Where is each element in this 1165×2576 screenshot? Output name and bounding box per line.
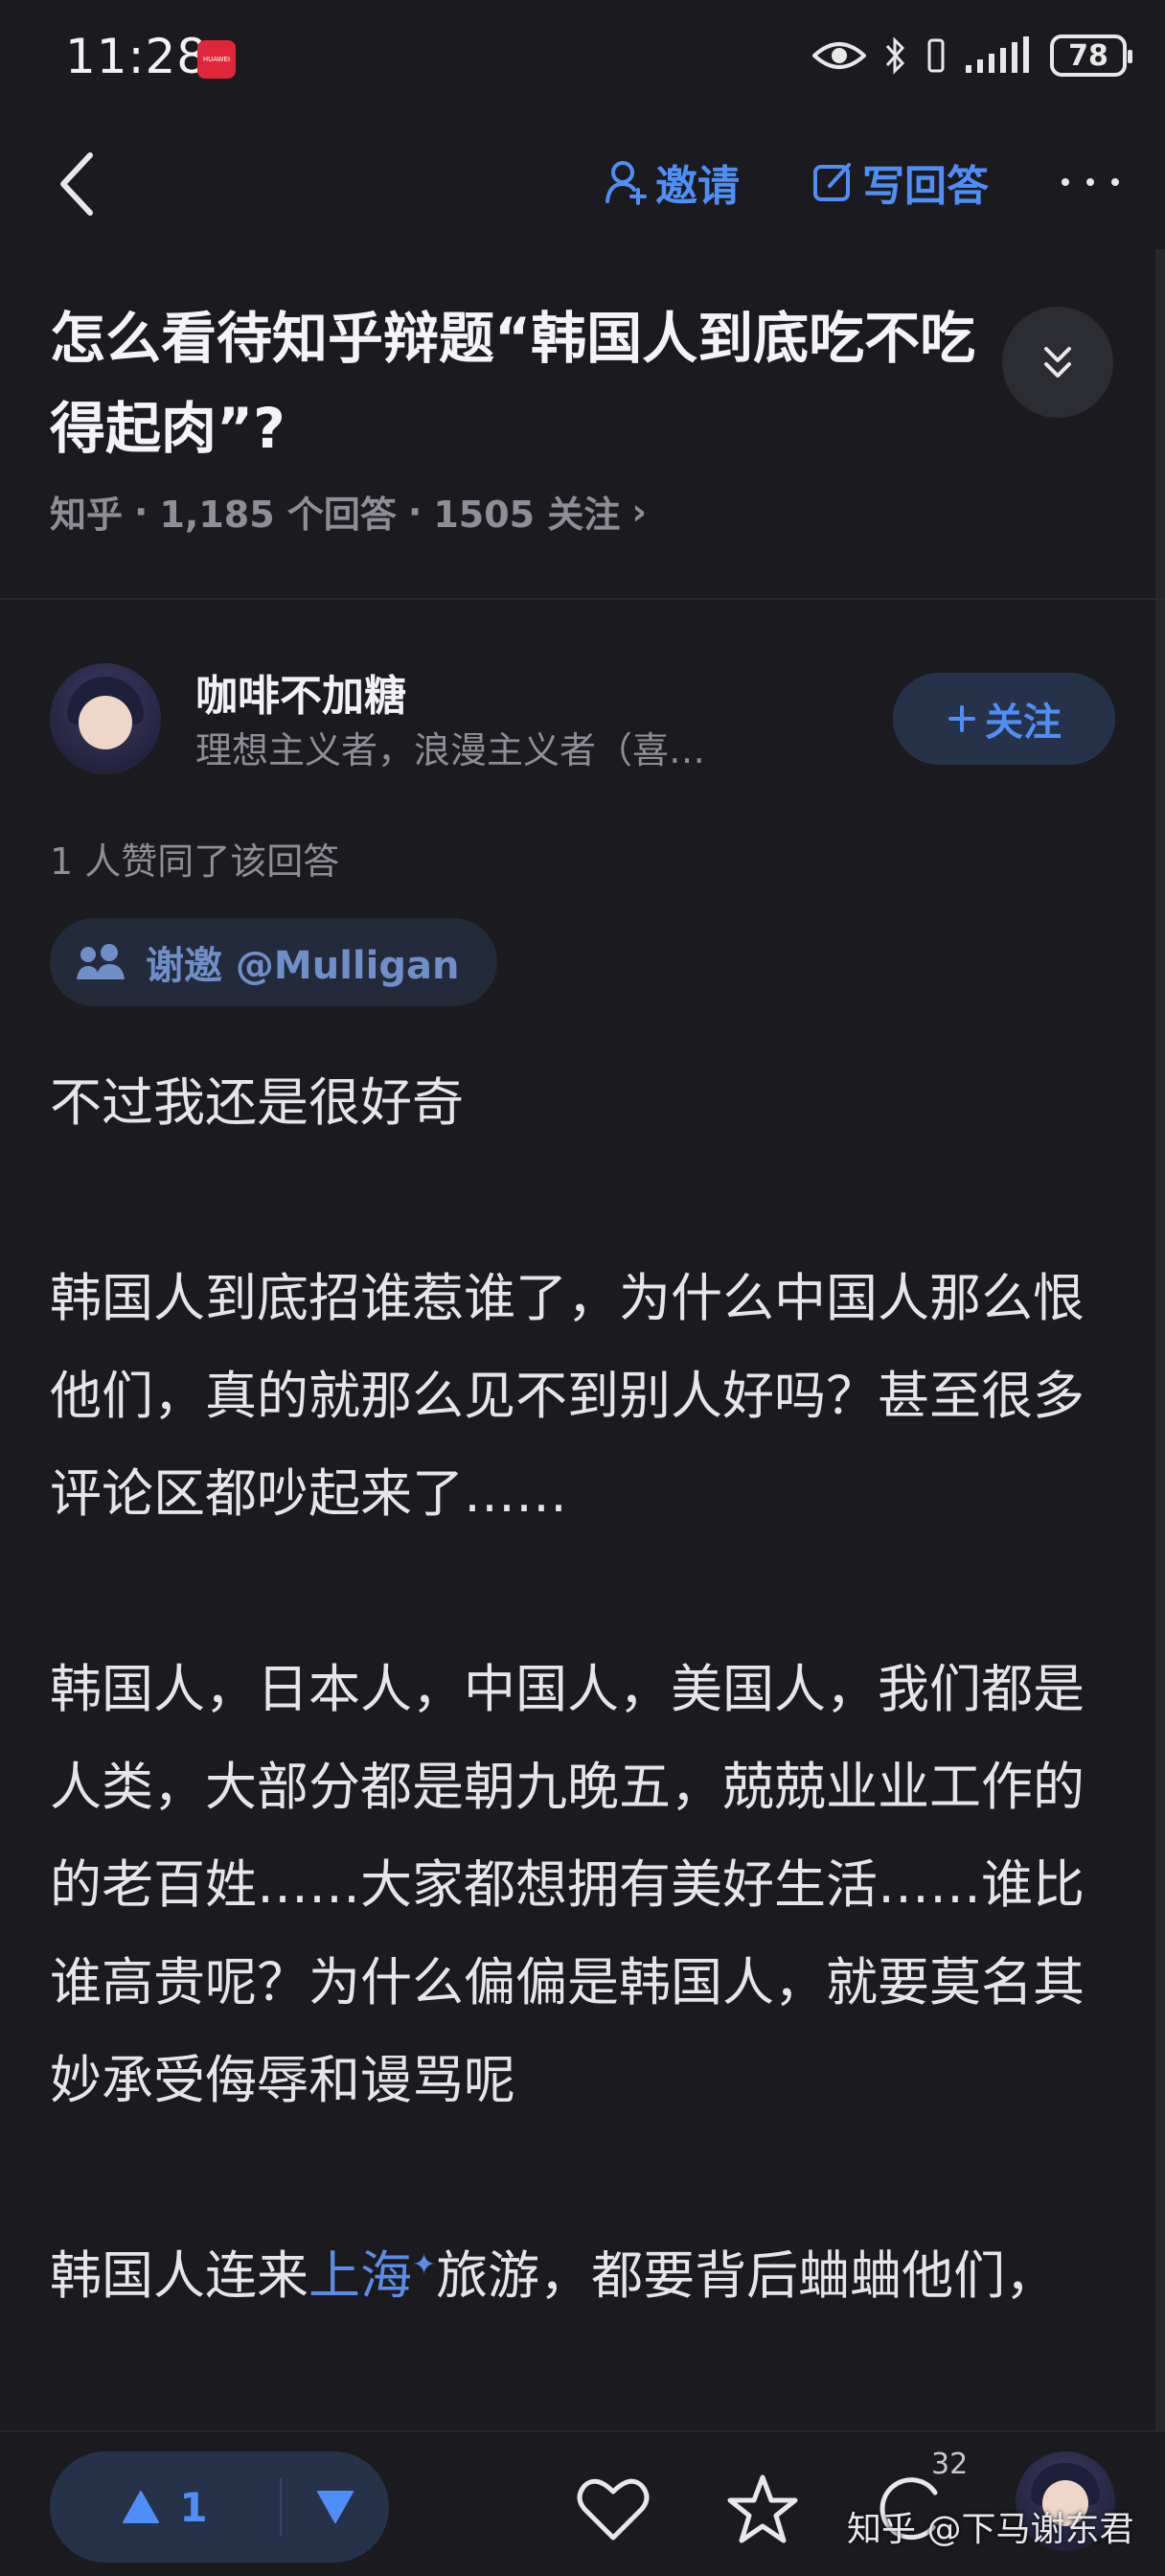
top-nav: 邀请 写回答 bbox=[0, 125, 1165, 240]
back-arrow-icon bbox=[60, 152, 93, 216]
back-button[interactable] bbox=[48, 146, 105, 222]
more-dot-icon bbox=[1086, 178, 1094, 186]
huawei-app-icon: HUAWEI bbox=[197, 40, 236, 79]
status-bar: 11:28 HUAWEI 78 bbox=[0, 0, 1165, 115]
answer-body: 不过我还是很好奇 韩国人到底招谁惹谁了，为什么中国人那么恨他们，真的就那么见不到… bbox=[50, 1054, 1123, 2325]
divider bbox=[0, 598, 1165, 600]
follow-label: 关注 bbox=[985, 701, 1062, 745]
avatar[interactable] bbox=[50, 663, 161, 774]
collapse-button[interactable] bbox=[1002, 307, 1113, 418]
people-icon bbox=[77, 944, 125, 979]
write-answer-button[interactable]: 写回答 bbox=[812, 151, 989, 213]
answer-paragraph: 不过我还是很好奇 bbox=[50, 1072, 464, 1133]
more-options-button[interactable] bbox=[1062, 163, 1119, 201]
answer-paragraph: 韩国人连来上海✦旅游，都要背后蛐蛐他们， bbox=[50, 2227, 1123, 2325]
comment-count: 32 bbox=[931, 2448, 969, 2481]
meta-source: 知乎 bbox=[50, 494, 124, 536]
vote-pill: 1 bbox=[50, 2451, 389, 2563]
triangle-up-icon bbox=[123, 2491, 160, 2523]
answer-paragraph: 韩国人到底招谁惹谁了，为什么中国人那么恨他们，真的就那么见不到别人好吗？甚至很多… bbox=[50, 1268, 1085, 1524]
vibrate-icon bbox=[927, 38, 945, 73]
more-dot-icon bbox=[1111, 178, 1119, 186]
author-name[interactable]: 咖啡不加糖 bbox=[195, 661, 406, 723]
chevron-right-icon: › bbox=[631, 490, 647, 533]
answer-text: 韩国人连来 bbox=[50, 2245, 308, 2306]
upvote-count: 1 bbox=[179, 2483, 208, 2531]
double-chevron-down-icon bbox=[1044, 347, 1071, 378]
thanks-label: 谢邀 @Mulligan bbox=[146, 944, 460, 988]
signal-icon bbox=[966, 36, 1029, 73]
plus-icon bbox=[948, 705, 975, 732]
invite-label: 邀请 bbox=[655, 162, 740, 211]
answer-paragraph: 韩国人，日本人，中国人，美国人，我们都是人类，大部分都是朝九晚五，兢兢业业工作的… bbox=[50, 1659, 1085, 2110]
watermark: 知乎 @下马谢东君 bbox=[847, 2510, 1134, 2549]
bluetooth-icon bbox=[885, 36, 905, 75]
person-icon bbox=[605, 161, 647, 205]
upvote-button[interactable]: 1 bbox=[50, 2451, 280, 2563]
follow-button[interactable]: 关注 bbox=[893, 673, 1115, 765]
downvote-button[interactable] bbox=[282, 2451, 389, 2563]
author-bio: 理想主义者，浪漫主义者（喜… bbox=[195, 729, 706, 771]
eye-icon bbox=[812, 42, 866, 69]
thanks-invite-pill[interactable]: 谢邀 @Mulligan bbox=[50, 918, 498, 1006]
triangle-down-icon bbox=[317, 2491, 354, 2523]
sparkle-icon: ✦ bbox=[412, 2248, 437, 2282]
invite-button[interactable]: 邀请 bbox=[605, 151, 740, 213]
more-dot-icon bbox=[1062, 178, 1069, 186]
meta-follow-count: 1505 关注 bbox=[433, 494, 621, 536]
upvote-note: 1 人赞同了该回答 bbox=[50, 840, 340, 883]
favorite-button[interactable] bbox=[724, 2471, 801, 2547]
status-icons: 78 bbox=[812, 34, 1132, 77]
battery-icon: 78 bbox=[1050, 34, 1132, 77]
status-time: 11:28 bbox=[65, 29, 209, 84]
avatar-face bbox=[79, 696, 132, 749]
heart-icon bbox=[577, 2478, 650, 2541]
like-button[interactable] bbox=[575, 2471, 651, 2547]
question-meta[interactable]: 知乎 · 1,185 个回答 · 1505 关注 › bbox=[50, 485, 647, 538]
write-answer-label: 写回答 bbox=[862, 162, 989, 211]
question-title[interactable]: 怎么看待知乎辩题“韩国人到底吃不吃得起肉”? bbox=[50, 293, 1027, 473]
meta-answer-count: 1,185 个回答 bbox=[159, 494, 397, 536]
keyword-link[interactable]: 上海 bbox=[308, 2245, 412, 2306]
answer-text: 旅游，都要背后蛐蛐他们， bbox=[436, 2245, 1058, 2306]
author-row: 咖啡不加糖 理想主义者，浪漫主义者（喜… 关注 bbox=[50, 661, 1123, 776]
star-icon bbox=[727, 2474, 798, 2543]
scrollbar[interactable] bbox=[1155, 249, 1165, 2453]
meta-separator: · bbox=[134, 490, 148, 533]
meta-separator: · bbox=[407, 490, 423, 533]
edit-icon bbox=[813, 163, 851, 201]
